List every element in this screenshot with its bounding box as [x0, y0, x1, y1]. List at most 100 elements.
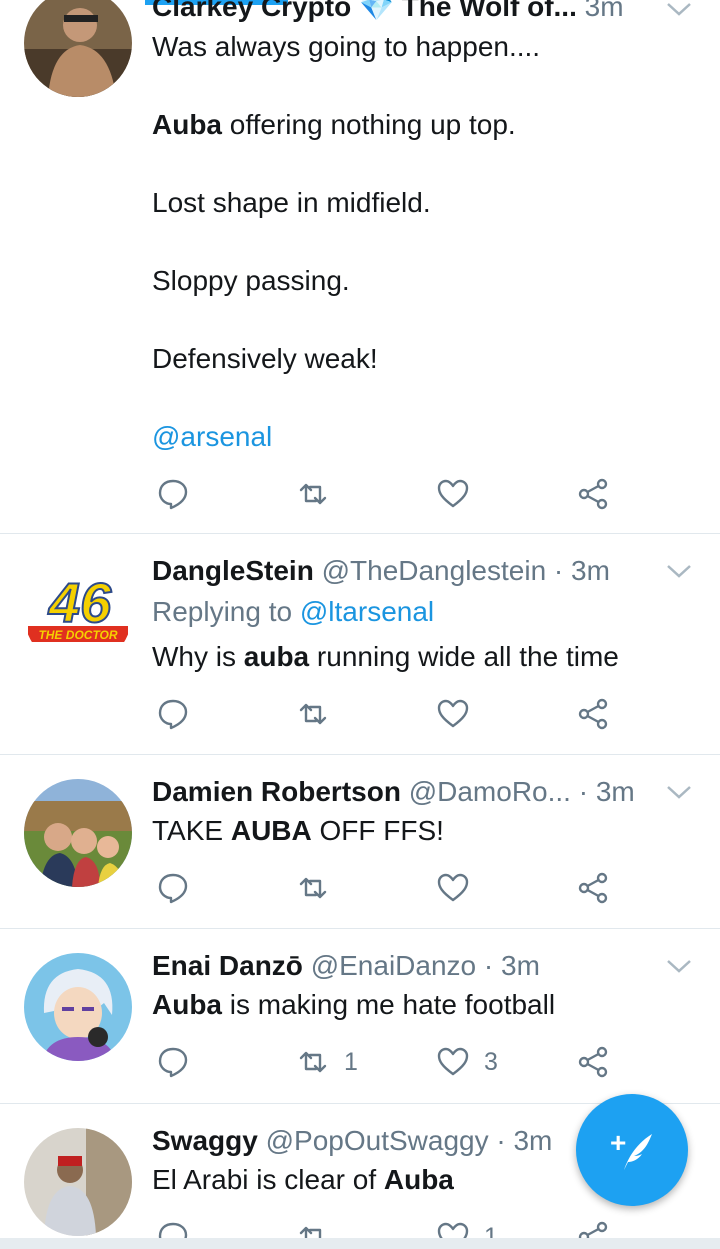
like-button[interactable] — [436, 868, 470, 908]
avatar-caption: THE DOCTOR — [38, 628, 117, 642]
avatar[interactable] — [24, 779, 132, 887]
retweet-icon — [299, 877, 327, 899]
share-button[interactable] — [576, 474, 610, 514]
tweet-text-line: Defensively weak! — [152, 343, 378, 374]
like-count: 3 — [484, 1047, 498, 1076]
keyword: Auba — [152, 989, 222, 1020]
tweet-text-part: TAKE — [152, 815, 231, 846]
avatar-number: 46 — [48, 571, 112, 634]
plus-sign: + — [610, 1127, 626, 1158]
reply-button[interactable] — [156, 474, 190, 514]
tweet-text-part: running wide all the time — [309, 641, 619, 672]
compose-tweet-icon: + — [610, 1127, 652, 1170]
tweet-header: Damien Robertson @DamoRo... · 3m — [152, 775, 635, 809]
tweet-text-line: Auba offering nothing up top. — [152, 108, 516, 142]
reply-icon — [158, 1222, 188, 1238]
author-handle[interactable]: @EnaiDanzo — [311, 950, 476, 981]
like-button[interactable]: 3 — [436, 1042, 498, 1082]
tweet-actions — [152, 868, 632, 908]
avatar[interactable] — [24, 1128, 132, 1236]
avatar[interactable] — [24, 0, 132, 97]
separator-dot: · — [496, 1125, 506, 1156]
heart-icon — [437, 1047, 469, 1076]
tweet-text-part: is making me hate football — [222, 989, 556, 1020]
reply-button[interactable] — [156, 694, 190, 734]
compose-tweet-button[interactable]: + — [576, 1094, 688, 1206]
share-icon — [578, 1046, 608, 1078]
bottom-bar — [0, 1238, 720, 1249]
tweet-item[interactable]: 46 THE DOCTOR DangleStein @TheDanglestei… — [0, 534, 720, 755]
share-icon — [578, 698, 608, 730]
author-name[interactable]: Damien Robertson — [152, 776, 401, 807]
share-button[interactable] — [576, 1217, 610, 1238]
tweet-header: Swaggy @PopOutSwaggy · 3m — [152, 1124, 552, 1158]
retweet-button[interactable] — [296, 474, 330, 514]
keyword: AUBA — [230, 815, 312, 846]
tweet-actions — [152, 474, 632, 514]
tweet-actions: 1 — [152, 1217, 632, 1238]
tweet-time: 3m — [571, 555, 610, 586]
share-icon — [578, 872, 608, 904]
reply-prefix: Replying to — [152, 596, 300, 627]
author-name[interactable]: Clarkey Crypto — [152, 0, 351, 22]
heart-icon — [437, 479, 469, 508]
reply-context: Replying to @ltarsenal — [152, 595, 434, 629]
keyword: Auba — [383, 1164, 454, 1195]
tweet-text-part: El Arabi is clear of — [152, 1164, 384, 1195]
retweet-icon — [299, 483, 327, 505]
separator-dot: · — [553, 555, 564, 586]
tweet-time: 3m — [595, 776, 635, 807]
author-handle[interactable]: @DamoRo... — [409, 776, 571, 807]
tweet-text-line: Was always going to happen.... — [152, 31, 541, 62]
tweet-item[interactable]: Clarkey Crypto 💎 The Wolf of... 3m Was a… — [0, 0, 720, 534]
retweet-button[interactable] — [296, 868, 330, 908]
reply-to-link[interactable]: @ltarsenal — [300, 596, 434, 627]
reply-icon — [158, 1047, 188, 1078]
share-button[interactable] — [576, 694, 610, 734]
mention-link[interactable]: @arsenal — [152, 420, 272, 454]
retweet-button[interactable]: 1 — [296, 1042, 358, 1082]
share-icon — [578, 1221, 608, 1238]
like-button[interactable] — [436, 694, 470, 734]
author-name[interactable]: Swaggy — [152, 1125, 258, 1156]
tweet-text: El Arabi is clear of Auba — [152, 1163, 454, 1197]
share-button[interactable] — [576, 1042, 610, 1082]
tweet-item[interactable]: Damien Robertson @DamoRo... · 3m TAKE AU… — [0, 755, 720, 929]
retweet-button[interactable] — [296, 694, 330, 734]
author-handle[interactable]: @PopOutSwaggy — [266, 1125, 489, 1156]
retweet-count: 1 — [344, 1047, 358, 1076]
chevron-down-icon[interactable] — [664, 0, 694, 20]
retweet-button[interactable] — [296, 1217, 330, 1238]
avatar[interactable]: 46 THE DOCTOR — [24, 560, 132, 668]
tweet-item[interactable]: Enai Danzō @EnaiDanzo · 3m Auba is makin… — [0, 929, 720, 1104]
chevron-down-icon[interactable] — [664, 783, 694, 803]
retweet-icon — [299, 703, 327, 725]
heart-icon — [437, 1222, 469, 1238]
author-name[interactable]: DangleStein — [152, 555, 314, 586]
tweet-text: Why is auba running wide all the time — [152, 640, 619, 674]
retweet-icon — [299, 1226, 322, 1238]
reply-button[interactable] — [156, 1042, 190, 1082]
reply-icon — [158, 873, 188, 904]
author-name-extra: The Wolf of... — [401, 0, 577, 22]
retweet-icon — [299, 1051, 327, 1073]
like-button[interactable]: 1 — [436, 1217, 498, 1238]
reply-button[interactable] — [156, 1217, 190, 1238]
tweet-header: Enai Danzō @EnaiDanzo · 3m — [152, 949, 540, 983]
keyword: Auba — [152, 109, 222, 140]
tweet-time: 3m — [513, 1125, 553, 1156]
tweet-time: 3m — [584, 0, 624, 22]
separator-dot: · — [578, 776, 589, 807]
reply-icon — [158, 479, 188, 510]
avatar[interactable] — [24, 953, 132, 1061]
chevron-down-icon[interactable] — [664, 562, 694, 582]
chevron-down-icon[interactable] — [664, 957, 694, 977]
reply-button[interactable] — [156, 868, 190, 908]
tweet-text-line: Lost shape in midfield. — [152, 187, 431, 218]
share-button[interactable] — [576, 868, 610, 908]
author-handle[interactable]: @TheDanglestein — [322, 555, 547, 586]
author-name[interactable]: Enai Danzō — [152, 950, 303, 981]
share-icon — [578, 478, 608, 510]
like-button[interactable] — [436, 474, 470, 514]
keyword: auba — [243, 641, 310, 672]
